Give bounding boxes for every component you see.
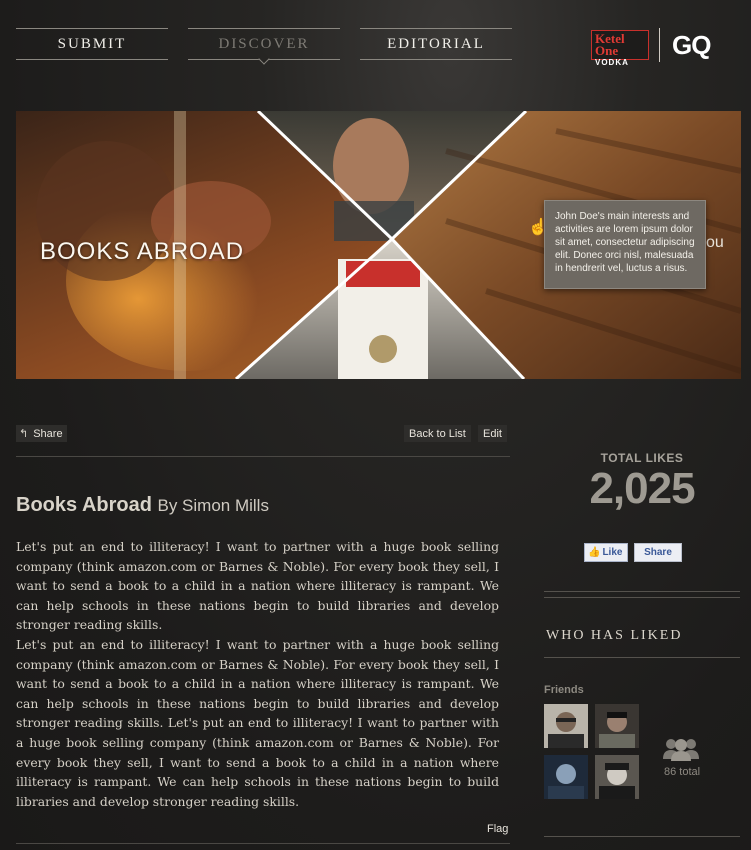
sidebar-divider: [544, 597, 740, 598]
who-has-liked-heading: WHO HAS LIKED: [546, 628, 683, 643]
ketel-one-logo[interactable]: Ketel One VODKA: [591, 30, 649, 67]
sidebar-divider: [544, 657, 740, 658]
gq-logo[interactable]: GQ: [672, 30, 711, 61]
post-title: Books Abroad By Simon Mills: [16, 494, 269, 517]
active-indicator: [258, 53, 270, 65]
sidebar-divider: [544, 836, 740, 837]
facebook-like-button[interactable]: 👍 Like: [584, 543, 628, 562]
friend-avatar[interactable]: [595, 755, 639, 799]
post-toolbar: ↰ Share Back to List Edit: [16, 424, 510, 457]
avatar-image: [544, 704, 588, 748]
back-to-list-button[interactable]: Back to List: [404, 425, 471, 442]
content-divider: [16, 843, 510, 844]
friend-avatar[interactable]: [544, 704, 588, 748]
post-paragraph-2: Let's put an end to illiteracy! I want t…: [16, 637, 499, 809]
post-author[interactable]: By Simon Mills: [158, 496, 269, 515]
total-likes-count: 2,025: [589, 464, 695, 513]
nav-submit[interactable]: SUBMIT: [16, 28, 168, 60]
share-icon: ↰: [19, 428, 29, 440]
hover-tooltip: John Doe's main interests and activities…: [544, 200, 706, 289]
brand-divider: [659, 28, 660, 62]
flag-link[interactable]: Flag: [487, 823, 508, 835]
friends-label: Friends: [544, 684, 584, 696]
group-icon-graphic: [663, 739, 699, 761]
hero-banner[interactable]: BOOKS ABROAD ou John Doe's main interest…: [16, 111, 741, 379]
hero-title: BOOKS ABROAD: [40, 238, 245, 265]
total-likes-label: TOTAL LIKES: [600, 451, 684, 465]
total-likers-count[interactable]: 86 total: [664, 766, 700, 778]
post-title-text: Books Abroad: [16, 494, 152, 516]
thumbs-up-icon: 👍: [588, 547, 601, 558]
sidebar-divider: [544, 591, 740, 592]
avatar-image: [595, 755, 639, 799]
hand-cursor-icon: ☝: [528, 219, 548, 236]
post-paragraph-1: Let's put an end to illiteracy! I want t…: [16, 539, 499, 633]
share-label: Share: [33, 427, 63, 440]
share-button[interactable]: ↰ Share: [16, 425, 67, 442]
facebook-like-label: Like: [602, 547, 623, 558]
facebook-share-button[interactable]: Share: [634, 543, 682, 562]
brand-logos: Ketel One VODKA GQ: [591, 28, 711, 67]
ketel-one-vodka: VODKA: [595, 58, 629, 67]
nav-discover[interactable]: DISCOVER: [188, 28, 340, 65]
avatar-image: [595, 704, 639, 748]
hero-text-fragment: ou: [706, 234, 724, 251]
avatar-image: [544, 755, 588, 799]
ketel-one-name: Ketel One: [595, 31, 625, 58]
nav-editorial[interactable]: EDITORIAL: [360, 28, 512, 60]
friend-avatar[interactable]: [544, 755, 588, 799]
nav-discover-label: DISCOVER: [218, 35, 310, 52]
group-icon[interactable]: [662, 737, 700, 766]
friend-avatar[interactable]: [595, 704, 639, 748]
edit-button[interactable]: Edit: [478, 425, 507, 442]
